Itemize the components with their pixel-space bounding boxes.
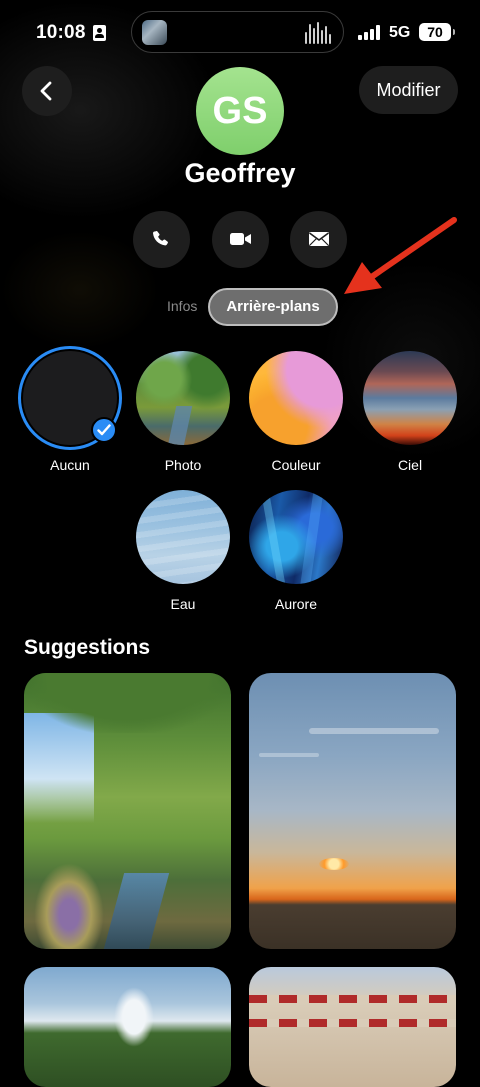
suggestion-photo-sunset[interactable] xyxy=(249,673,456,949)
back-chevron-icon xyxy=(40,81,52,101)
contact-name: Geoffrey xyxy=(184,158,296,188)
background-option-water[interactable]: Eau xyxy=(133,490,233,612)
call-button[interactable] xyxy=(133,211,190,268)
photo-swatch xyxy=(136,351,230,445)
sky-swatch xyxy=(363,351,457,445)
annotation-arrow-icon xyxy=(344,217,457,294)
video-icon xyxy=(230,233,251,245)
audio-waveform-icon xyxy=(305,22,331,44)
aurora-swatch xyxy=(249,490,343,584)
background-label: Aucun xyxy=(50,457,90,473)
battery-indicator: 70 xyxy=(419,23,455,41)
phone-icon xyxy=(153,231,168,246)
background-option-sky[interactable]: Ciel xyxy=(360,351,460,473)
dynamic-island[interactable] xyxy=(131,11,344,53)
background-label: Photo xyxy=(164,457,202,473)
contact-card-icon xyxy=(93,25,106,41)
suggestion-photo-building[interactable] xyxy=(249,967,456,1087)
now-playing-thumbnail xyxy=(142,20,167,45)
back-button[interactable] xyxy=(22,66,72,116)
color-swatch xyxy=(249,351,343,445)
suggestion-photo-river[interactable] xyxy=(24,673,231,949)
suggestion-photo-fountain[interactable] xyxy=(24,967,231,1087)
background-option-aurora[interactable]: Aurore xyxy=(246,490,346,612)
status-bar: 10:08 5G 70 xyxy=(0,11,480,54)
tab-info[interactable]: Infos xyxy=(167,298,197,314)
water-swatch xyxy=(136,490,230,584)
avatar[interactable]: GS xyxy=(196,67,284,155)
background-option-none[interactable]: Aucun xyxy=(18,346,122,473)
background-option-photo[interactable]: Photo xyxy=(133,351,233,473)
checkmark-badge xyxy=(91,417,117,443)
suggestions-title: Suggestions xyxy=(24,636,151,659)
background-label: Ciel xyxy=(397,457,423,473)
edit-button[interactable]: Modifier xyxy=(359,66,458,114)
video-call-button[interactable] xyxy=(212,211,269,268)
checkmark-icon xyxy=(97,424,111,436)
cellular-signal-icon xyxy=(358,25,382,40)
mail-button[interactable] xyxy=(290,211,347,268)
network-type: 5G xyxy=(389,24,411,41)
background-label: Aurore xyxy=(274,596,318,612)
mail-icon xyxy=(309,232,329,246)
status-time: 10:08 xyxy=(36,22,86,43)
background-label: Eau xyxy=(170,596,196,612)
background-label: Couleur xyxy=(271,457,321,473)
background-option-color[interactable]: Couleur xyxy=(246,351,346,473)
tab-backgrounds[interactable]: Arrière-plans xyxy=(208,288,338,326)
